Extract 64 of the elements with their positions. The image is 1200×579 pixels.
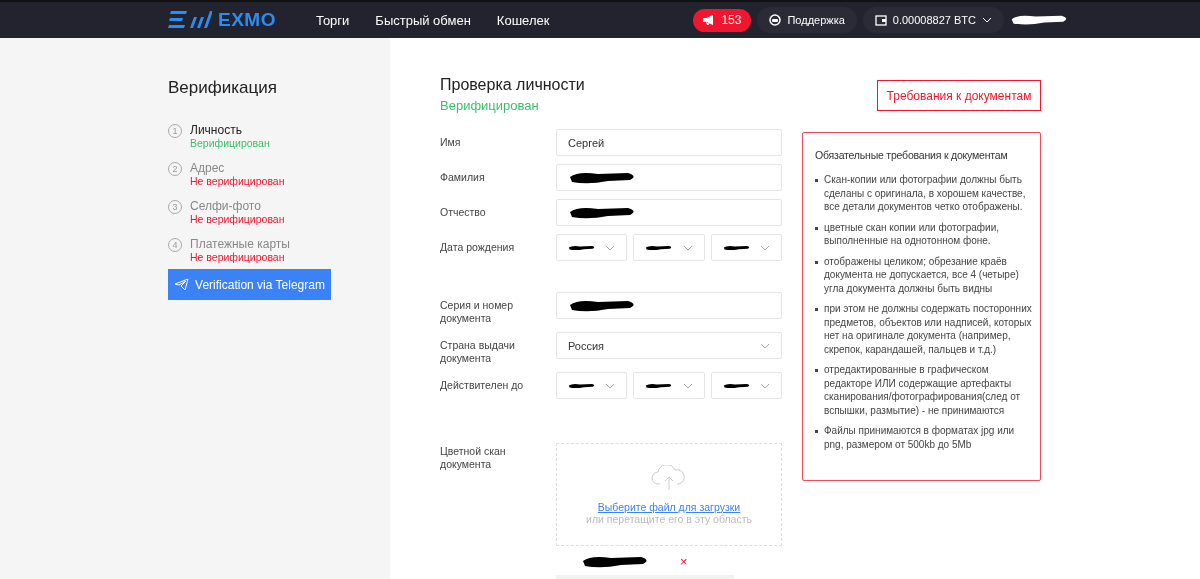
upload-dropzone[interactable]: Выберите файл для загрузки или перетащите его в эту область: [556, 443, 782, 547]
select-field[interactable]: [710, 234, 782, 261]
field-label: Страна выдачи документа: [440, 338, 516, 365]
requirement-item: цветные скан копии или фотографии, выполненные на однотонном фоне.: [815, 220, 1032, 248]
notifications-button[interactable]: 153: [693, 8, 752, 32]
select-field[interactable]: [633, 234, 705, 261]
requirement-item: Скан-копии или фотографии должны быть сделаны с оригинала, в хорошем качестве, все детали документов четко отображены.: [815, 173, 1032, 214]
field-label: Отчество: [440, 205, 487, 220]
megaphone-icon: [703, 15, 716, 25]
requirement-item: отображены целиком; обрезание краёв документа не допускается, все 4 (четыре) угла документа должны быть видны: [815, 254, 1032, 295]
field-label: Действителен до: [440, 378, 525, 394]
step-name[interactable]: Адрес: [190, 161, 285, 175]
field-label: Цветной скан документа: [440, 444, 507, 472]
select-field[interactable]: [556, 234, 628, 261]
logo-text: EXMO: [218, 9, 276, 31]
chevron-icon: [760, 382, 770, 389]
step-status: Не верифицирован: [190, 175, 285, 187]
select-field[interactable]: [556, 372, 628, 400]
step-name[interactable]: Личность: [190, 123, 270, 137]
choose-file-link[interactable]: Выберите файл для загрузки: [597, 500, 741, 513]
verification-status: Верифицирован: [440, 98, 540, 113]
field-label: Имя: [440, 135, 462, 150]
headset-icon: [769, 14, 782, 26]
support-button[interactable]: Поддержка: [757, 7, 857, 33]
paper-plane-icon: [174, 278, 190, 291]
nav-link[interactable]: Кошелек: [496, 12, 550, 28]
text-field[interactable]: [556, 199, 782, 226]
form-title: Проверка личности: [440, 76, 586, 94]
field-label: Дата рождения: [440, 240, 516, 255]
remove-file-button[interactable]: ×: [680, 554, 688, 570]
chevron-icon: [682, 382, 693, 389]
telegram-button[interactable]: Verification via Telegram: [168, 269, 331, 300]
select-field[interactable]: Россия: [556, 332, 782, 360]
chevron-icon: [605, 382, 616, 389]
select-field[interactable]: [710, 372, 782, 400]
field-label: Серия и номер документа: [440, 298, 515, 325]
chevron-icon: [982, 17, 992, 23]
requirements-title: Обязательные требования к документам: [815, 149, 1009, 161]
upload-hint: или перетащите его в эту область: [586, 512, 752, 525]
requirement-item: Файлы принимаются в форматах jpg или png, размером от 500kb до 5Mb: [815, 424, 1032, 451]
step-status: Не верифицирован: [190, 251, 286, 263]
nav-link[interactable]: Торги: [315, 12, 350, 28]
balance-button[interactable]: 0.00008827 BTC: [862, 7, 1004, 33]
step-name[interactable]: Платежные карты: [190, 237, 290, 251]
requirement-item: отредактированные в графическом редакторе ИЛИ содержащие артефакты сканирования/фотографирования(след от вспышки, размытие) - не принимаются: [815, 363, 1032, 417]
sidebar-title: Верификация: [168, 78, 278, 98]
nav-link[interactable]: Быстрый обмен: [375, 12, 471, 28]
select-field[interactable]: [633, 372, 705, 400]
field-label: Фамилия: [440, 170, 486, 185]
step-status: Не верифицирован: [190, 213, 285, 225]
chevron-icon: [760, 342, 770, 349]
chevron-icon: [605, 244, 616, 251]
requirements-button[interactable]: Требования к документам: [877, 80, 1041, 111]
cloud-upload-icon: [651, 464, 687, 491]
text-field[interactable]: Сергей: [556, 129, 782, 156]
chevron-icon: [682, 244, 693, 251]
chevron-icon: [760, 244, 770, 251]
step-name[interactable]: Селфи-фото: [190, 199, 285, 213]
step-status: Верифицирован: [190, 137, 270, 149]
wallet-icon: [874, 14, 887, 26]
logo-icon: [168, 10, 212, 30]
text-field[interactable]: [556, 164, 782, 191]
text-field[interactable]: [556, 292, 782, 319]
requirement-item: при этом не должны содержать посторонних предметов, объектов или надписей, которых нет на оригинале документа (например, скрепок, карандашей, пальцев и т.д.): [815, 302, 1032, 356]
